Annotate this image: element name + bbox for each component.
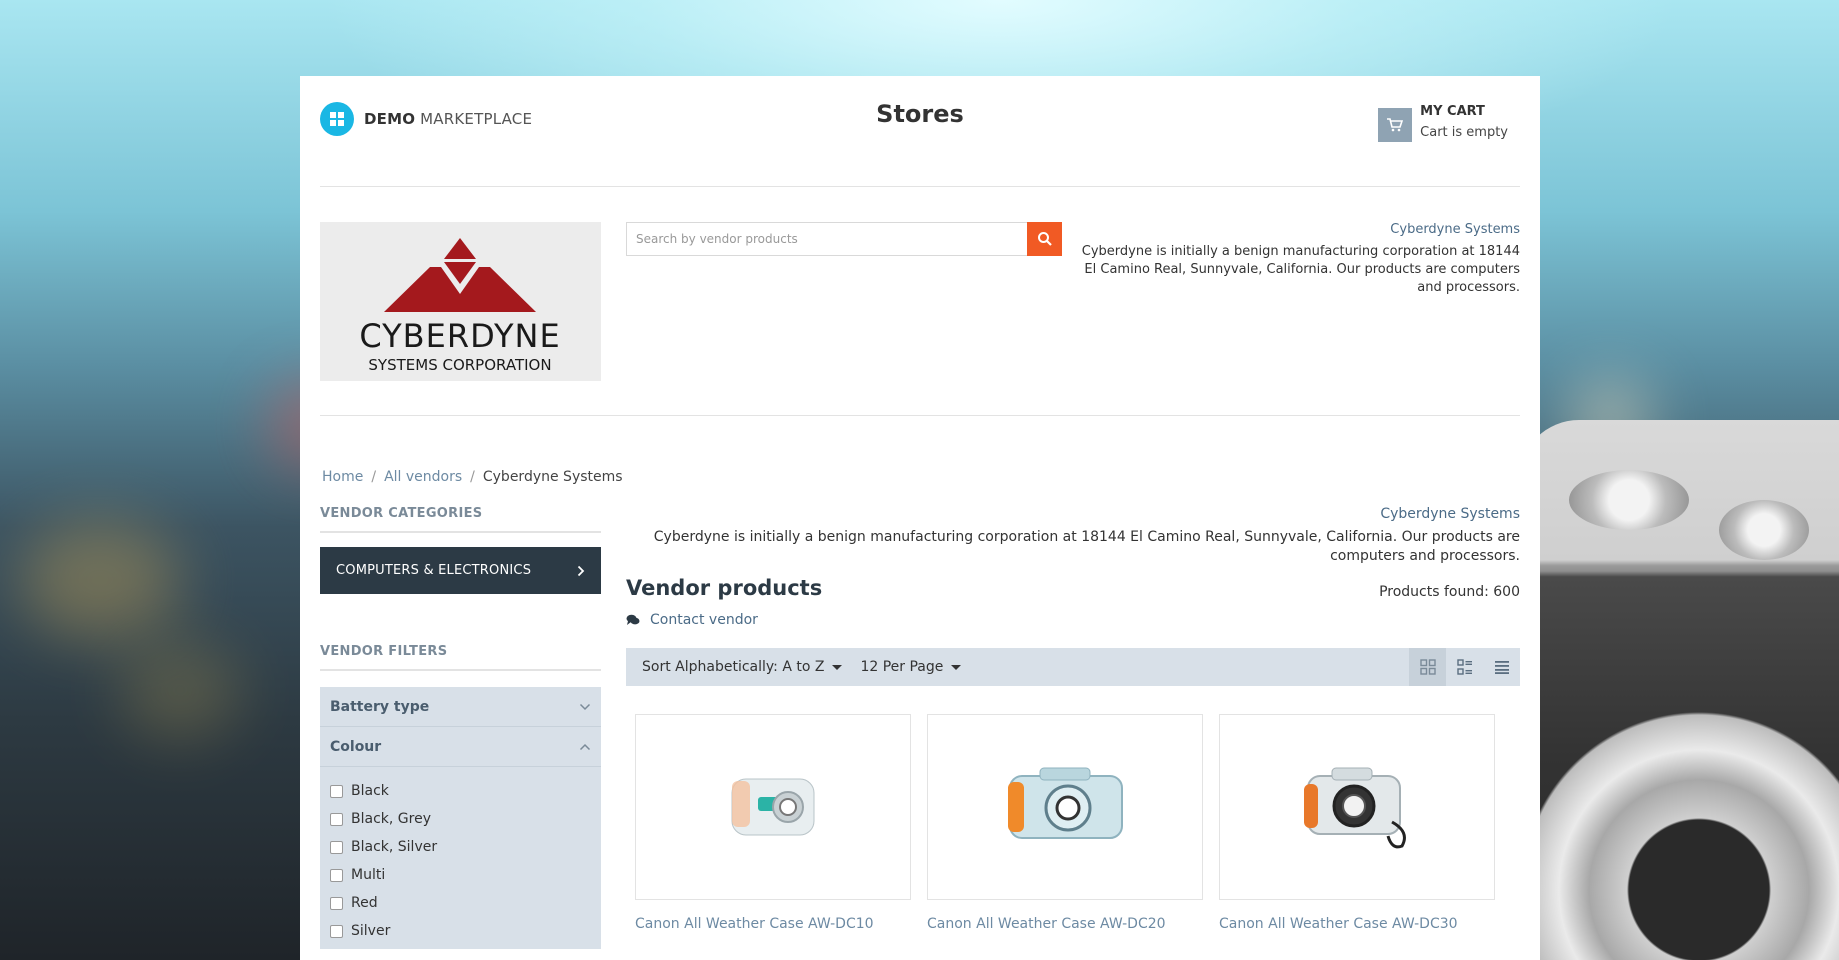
filter-battery-type[interactable]: Battery type: [320, 687, 601, 727]
product-name[interactable]: Canon All Weather Case AW-DC20: [927, 916, 1203, 932]
checkbox[interactable]: [330, 840, 343, 854]
vendor-info: Cyberdyne Systems Cyberdyne is initially…: [1080, 222, 1520, 297]
sidebar: VENDOR CATEGORIES COMPUTERS & ELECTRONIC…: [320, 506, 601, 949]
search-input[interactable]: [626, 222, 1027, 256]
sort-dropdown[interactable]: Sort Alphabetically: A to Z: [642, 659, 843, 675]
cart-status: Cart is empty: [1420, 125, 1508, 140]
colour-options: Black Black, Grey Black, Silver Multi Re…: [320, 767, 601, 949]
products-found-count: Products found: 600: [1379, 584, 1520, 600]
cart-widget[interactable]: MY CART Cart is empty: [1378, 104, 1508, 142]
vendor-name[interactable]: Cyberdyne Systems: [1080, 222, 1520, 237]
colour-option[interactable]: Black, Silver: [330, 833, 591, 861]
vendor-description: Cyberdyne is initially a benign manufact…: [1081, 244, 1520, 295]
compact-list-icon: [1494, 661, 1509, 674]
chevron-down-icon: [579, 703, 591, 710]
list-icon: [1456, 659, 1472, 675]
page-container: DEMO MARKETPLACE Stores MY CART Cart is …: [300, 76, 1540, 960]
divider: [320, 415, 1520, 416]
caret-down-icon: [951, 664, 962, 670]
product-card[interactable]: Canon All Weather Case AW-DC10: [635, 714, 911, 932]
checkbox[interactable]: [330, 924, 343, 938]
main-vendor-name[interactable]: Cyberdyne Systems: [626, 506, 1520, 522]
product-card[interactable]: Canon All Weather Case AW-DC30: [1219, 714, 1495, 932]
vendor-filters-heading: VENDOR FILTERS: [320, 644, 601, 671]
vendor-logo-text: CYBERDYNE: [359, 317, 560, 355]
sort-toolbar: Sort Alphabetically: A to Z 12 Per Page: [626, 648, 1520, 686]
filter-panel: Battery type Colour Black Black, Grey Bl…: [320, 687, 601, 949]
vendor-categories-heading: VENDOR CATEGORIES: [320, 506, 601, 533]
per-page-dropdown[interactable]: 12 Per Page: [860, 659, 962, 675]
grid-icon: [1419, 659, 1436, 675]
chevron-up-icon: [579, 743, 591, 750]
main-content: Cyberdyne Systems Cyberdyne is initially…: [626, 506, 1520, 932]
colour-option[interactable]: Black: [330, 777, 591, 805]
search-icon: [1037, 232, 1052, 246]
breadcrumb: Home / All vendors / Cyberdyne Systems: [322, 469, 623, 485]
chevron-right-icon: [577, 565, 585, 576]
view-list-button[interactable]: [1446, 648, 1483, 686]
product-image[interactable]: [635, 714, 911, 900]
product-image[interactable]: [927, 714, 1203, 900]
vendor-search: [626, 222, 1062, 256]
contact-vendor-link[interactable]: Contact vendor: [626, 612, 1520, 628]
checkbox[interactable]: [330, 784, 343, 798]
divider: [320, 186, 1520, 187]
chat-icon: [626, 614, 640, 625]
checkbox[interactable]: [330, 868, 343, 882]
product-image[interactable]: [1219, 714, 1495, 900]
product-name[interactable]: Canon All Weather Case AW-DC10: [635, 916, 911, 932]
main-vendor-description: Cyberdyne is initially a benign manufact…: [653, 529, 1520, 564]
category-computers-electronics[interactable]: COMPUTERS & ELECTRONICS: [320, 547, 601, 594]
search-button[interactable]: [1027, 222, 1062, 256]
cart-title: MY CART: [1420, 104, 1485, 119]
caret-down-icon: [832, 664, 843, 670]
view-compact-list-button[interactable]: [1483, 648, 1520, 686]
colour-option[interactable]: Multi: [330, 861, 591, 889]
product-grid: Canon All Weather Case AW-DC10 Canon All…: [626, 714, 1520, 932]
colour-option[interactable]: Black, Grey: [330, 805, 591, 833]
view-grid-button[interactable]: [1409, 648, 1446, 686]
breadcrumb-home[interactable]: Home: [322, 469, 363, 485]
product-card[interactable]: Canon All Weather Case AW-DC20: [927, 714, 1203, 932]
vendor-logo: CYBERDYNE SYSTEMS CORPORATION: [320, 222, 601, 381]
checkbox[interactable]: [330, 896, 343, 910]
colour-option[interactable]: Red: [330, 889, 591, 917]
colour-option[interactable]: Silver: [330, 917, 591, 945]
breadcrumb-current: Cyberdyne Systems: [482, 469, 623, 485]
page-title: Stores: [876, 100, 964, 128]
vendor-logo-subtext: SYSTEMS CORPORATION: [368, 356, 551, 374]
cart-icon: [1378, 108, 1413, 142]
breadcrumb-all-vendors[interactable]: All vendors: [384, 469, 462, 485]
vendor-products-title: Vendor products: [626, 576, 823, 600]
checkbox[interactable]: [330, 812, 343, 826]
product-name[interactable]: Canon All Weather Case AW-DC30: [1219, 916, 1495, 932]
filter-colour[interactable]: Colour: [320, 727, 601, 767]
